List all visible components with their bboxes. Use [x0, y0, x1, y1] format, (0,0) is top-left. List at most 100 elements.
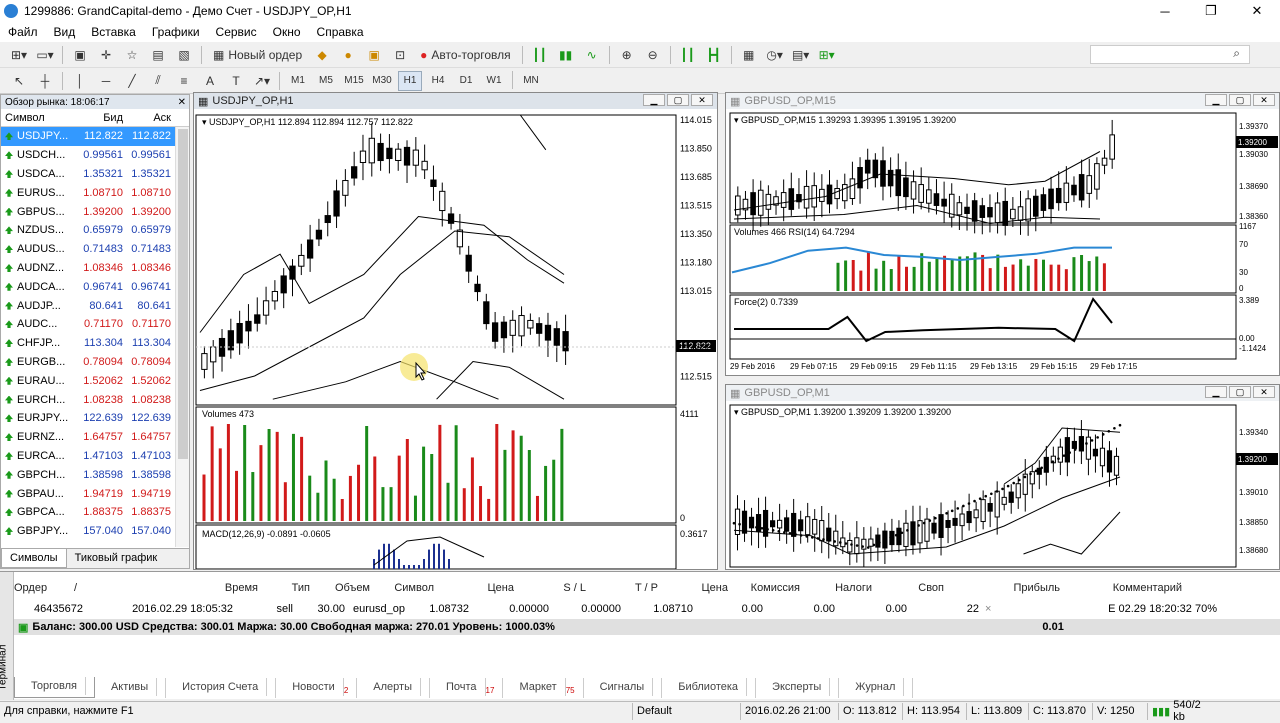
- search-icon[interactable]: ⌕: [1233, 46, 1240, 61]
- market-row[interactable]: GBPUS... 1.39200 1.39200: [1, 202, 189, 221]
- candle-chart-icon[interactable]: ▮▮: [555, 45, 577, 65]
- close-icon[interactable]: ✕: [178, 97, 189, 108]
- strategy-icon[interactable]: ▣: [363, 45, 385, 65]
- col-header[interactable]: Своп: [878, 582, 950, 594]
- terminal-tab[interactable]: Алерты: [357, 677, 430, 698]
- close-chart-button[interactable]: ✕: [1253, 94, 1275, 106]
- close-button[interactable]: ✕: [1234, 0, 1280, 22]
- market-row[interactable]: USDJPY... 112.822 112.822: [1, 127, 189, 146]
- menu-item-2[interactable]: Вставка: [83, 25, 144, 39]
- timeframe-m30[interactable]: M30: [370, 71, 394, 91]
- indicators-icon[interactable]: ⊞▾: [816, 45, 838, 65]
- market-watch-scrollbar[interactable]: [175, 127, 189, 547]
- col-header[interactable]: Комиссия: [734, 582, 806, 594]
- zoom-in-icon[interactable]: ⊕: [616, 45, 638, 65]
- terminal-tab[interactable]: Эксперты: [756, 677, 840, 698]
- signals-icon[interactable]: ⊡: [389, 45, 411, 65]
- market-row[interactable]: GBPAU... 1.94719 1.94719: [1, 484, 189, 503]
- data-window-icon[interactable]: ✛: [95, 45, 117, 65]
- minimize-chart-button[interactable]: ▁: [1205, 94, 1227, 106]
- col-bid[interactable]: Бид: [71, 112, 123, 124]
- cursor-icon[interactable]: ↖: [8, 71, 30, 91]
- market-row[interactable]: USDCA... 1.35321 1.35321: [1, 165, 189, 184]
- col-header[interactable]: T / P: [592, 582, 664, 594]
- autoscroll-icon[interactable]: ┣┫: [703, 45, 725, 65]
- line-chart-icon[interactable]: ∿: [581, 45, 603, 65]
- usdjpy-chart-canvas[interactable]: ▾ USDJPY_OP,H1 112.894 112.894 112.757 1…: [194, 109, 717, 569]
- timeframe-h1[interactable]: H1: [398, 70, 422, 91]
- timeframe-w1[interactable]: W1: [482, 71, 506, 91]
- terminal-tab[interactable]: Почта 17: [430, 677, 504, 698]
- col-header[interactable]: Цена: [440, 582, 520, 594]
- order-row[interactable]: 46435672 2016.02.29 18:05:32 sell 30.00 euru…: [14, 600, 1280, 618]
- new-chart-icon[interactable]: ⊞▾: [8, 45, 30, 65]
- col-header[interactable]: Символ: [376, 582, 440, 594]
- market-row[interactable]: USDCH... 0.99561 0.99561: [1, 146, 189, 165]
- close-chart-button[interactable]: ✕: [1253, 386, 1275, 398]
- terminal-tab[interactable]: Журнал: [839, 677, 914, 698]
- market-row[interactable]: GBPJPY... 157.040 157.040: [1, 522, 189, 541]
- minimize-chart-button[interactable]: ▁: [643, 94, 665, 106]
- tile-windows-icon[interactable]: ┃┃: [677, 45, 699, 65]
- menu-item-6[interactable]: Справка: [309, 25, 372, 39]
- col-header[interactable]: Налоги: [806, 582, 878, 594]
- col-header[interactable]: Прибыль: [950, 582, 1066, 594]
- terminal-tab[interactable]: Торговля: [14, 676, 95, 698]
- market-row[interactable]: AUDNZ... 1.08346 1.08346: [1, 259, 189, 278]
- market-row[interactable]: AUDJP... 80.641 80.641: [1, 296, 189, 315]
- terminal-tab[interactable]: Маркет 75: [503, 677, 584, 698]
- menu-item-4[interactable]: Сервис: [208, 25, 265, 39]
- label-tool-icon[interactable]: T: [225, 71, 247, 91]
- market-row[interactable]: EURCH... 1.08238 1.08238: [1, 390, 189, 409]
- market-row[interactable]: CHFJP... 113.304 113.304: [1, 334, 189, 353]
- menu-item-3[interactable]: Графики: [144, 25, 208, 39]
- terminal-tab[interactable]: Активы: [95, 677, 167, 698]
- profiles-icon[interactable]: ▭▾: [34, 45, 56, 65]
- terminal-tab[interactable]: Библиотека: [662, 677, 757, 698]
- col-ask[interactable]: Аск: [123, 112, 171, 124]
- close-chart-button[interactable]: ✕: [691, 94, 713, 106]
- maximize-chart-button[interactable]: ▢: [1229, 94, 1251, 106]
- market-row[interactable]: EURAU... 1.52062 1.52062: [1, 371, 189, 390]
- horizontal-line-icon[interactable]: ─: [95, 71, 117, 91]
- text-tool-icon[interactable]: A: [199, 71, 221, 91]
- market-row[interactable]: EURCA... 1.47103 1.47103: [1, 447, 189, 466]
- maximize-chart-button[interactable]: ▢: [1229, 386, 1251, 398]
- market-row[interactable]: EURJPY... 122.639 122.639: [1, 409, 189, 428]
- navigator-icon[interactable]: ☆: [121, 45, 143, 65]
- timeframe-m15[interactable]: M15: [342, 71, 366, 91]
- maximize-button[interactable]: ❐: [1188, 0, 1234, 22]
- chart-window-gbpusd-m1[interactable]: ▦ GBPUSD_OP,M1 ▁ ▢ ✕ ▾ GBPUSD_OP,M1 1.39…: [725, 384, 1280, 570]
- channel-icon[interactable]: ⫽: [147, 71, 169, 91]
- market-row[interactable]: GBPCA... 1.88375 1.88375: [1, 503, 189, 522]
- crosshair-icon[interactable]: ┼: [34, 71, 56, 91]
- expert-icon[interactable]: ●: [337, 45, 359, 65]
- bar-chart-icon[interactable]: ┃┃: [529, 45, 551, 65]
- close-order-icon[interactable]: ×: [985, 603, 1101, 615]
- market-row[interactable]: NZDUS... 0.65979 0.65979: [1, 221, 189, 240]
- metaeditor-icon[interactable]: ◆: [311, 45, 333, 65]
- timeframe-m1[interactable]: M1: [286, 71, 310, 91]
- trendline-icon[interactable]: ╱: [121, 71, 143, 91]
- chart-shift-icon[interactable]: ▦: [738, 45, 760, 65]
- col-header[interactable]: Тип: [264, 582, 316, 594]
- col-header[interactable]: Объем: [316, 582, 376, 594]
- gbpusd-m15-chart-canvas[interactable]: ▾ GBPUSD_OP,M15 1.39293 1.39395 1.39195 …: [726, 109, 1279, 375]
- chart-window-usdjpy[interactable]: ▦ USDJPY_OP,H1 ▁ ▢ ✕ ▾ USDJPY_OP,H1 112.…: [193, 92, 718, 570]
- minimize-chart-button[interactable]: ▁: [1205, 386, 1227, 398]
- market-row[interactable]: EURGB... 0.78094 0.78094: [1, 353, 189, 372]
- col-header[interactable]: Время: [204, 582, 264, 594]
- terminal-icon[interactable]: ▤: [147, 45, 169, 65]
- timeframe-mn[interactable]: MN: [519, 71, 543, 91]
- col-header[interactable]: S / L: [520, 582, 592, 594]
- arrows-tool-icon[interactable]: ↗▾: [251, 71, 273, 91]
- col-symbol[interactable]: Символ: [1, 112, 71, 124]
- timeframe-d1[interactable]: D1: [454, 71, 478, 91]
- terminal-tab[interactable]: Сигналы: [584, 677, 663, 698]
- fibo-icon[interactable]: ≡: [173, 71, 195, 91]
- market-row[interactable]: EURNZ... 1.64757 1.64757: [1, 428, 189, 447]
- templates-icon[interactable]: ▤▾: [790, 45, 812, 65]
- terminal-tab[interactable]: Новости 2: [276, 677, 358, 698]
- market-row[interactable]: EURUS... 1.08710 1.08710: [1, 183, 189, 202]
- tab-symbols[interactable]: Символы: [1, 549, 67, 568]
